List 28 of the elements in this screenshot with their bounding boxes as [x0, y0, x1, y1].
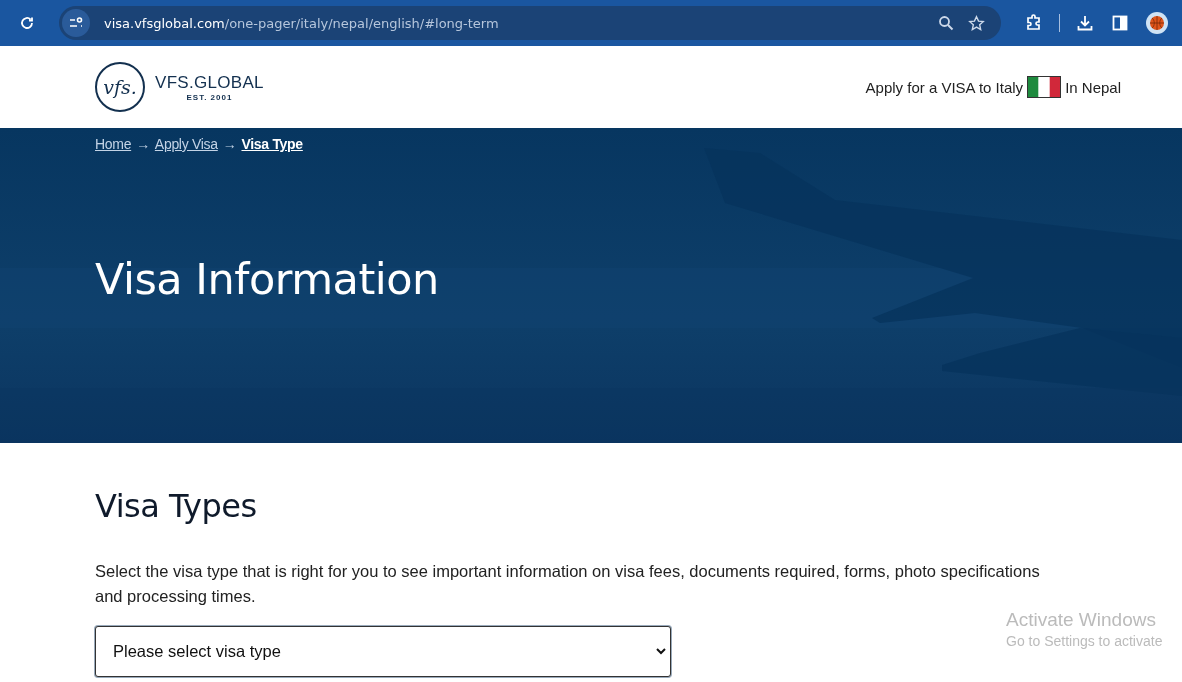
- section-description: Select the visa type that is right for you to see important information on visa fees, documents required, forms, photo specifications and processing times.: [95, 561, 1041, 607]
- chevron-icon: [656, 648, 666, 655]
- breadcrumb-separator: →: [136, 136, 150, 152]
- logo-wordmark[interactable]: VFS.GLOBAL: [155, 72, 264, 93]
- profile-avatar-icon[interactable]: [1146, 12, 1168, 34]
- hero-title: Visa Information: [95, 254, 440, 304]
- zoom-icon[interactable]: [937, 15, 954, 31]
- section-title: Visa Types: [95, 487, 258, 525]
- breadcrumb-link[interactable]: Home: [95, 136, 132, 152]
- url-text: visa.vfsglobal.com/one-pager/italy/nepal/english/#long-term: [104, 15, 500, 31]
- reload-icon[interactable]: [19, 15, 35, 31]
- apply-text: Apply for a VISA to Italy: [865, 78, 1024, 96]
- logo-tagline: EST. 2001: [186, 92, 233, 102]
- address-bar[interactable]: visa.vfsglobal.com/one-pager/italy/nepal/english/#long-term: [59, 6, 1001, 40]
- download-icon[interactable]: [1076, 14, 1094, 32]
- activation-title: Activate Windows: [1006, 609, 1157, 631]
- extensions-icon[interactable]: [1024, 14, 1043, 32]
- breadcrumb-link[interactable]: Visa Type: [241, 136, 303, 152]
- visa-type-select[interactable]: Please select visa type: [95, 626, 671, 677]
- breadcrumb-separator: →: [222, 136, 237, 152]
- site-settings-icon[interactable]: [62, 9, 90, 37]
- flag-icon: [1027, 76, 1062, 98]
- location-text: In Nepal: [1065, 78, 1121, 96]
- bookmark-star-icon[interactable]: [967, 14, 985, 32]
- side-panel-icon[interactable]: [1112, 15, 1128, 31]
- logo-mark[interactable]: vfs.: [95, 62, 145, 112]
- breadcrumb-link[interactable]: Apply Visa: [154, 136, 218, 152]
- activation-message: Go to Settings to activate: [1006, 633, 1163, 649]
